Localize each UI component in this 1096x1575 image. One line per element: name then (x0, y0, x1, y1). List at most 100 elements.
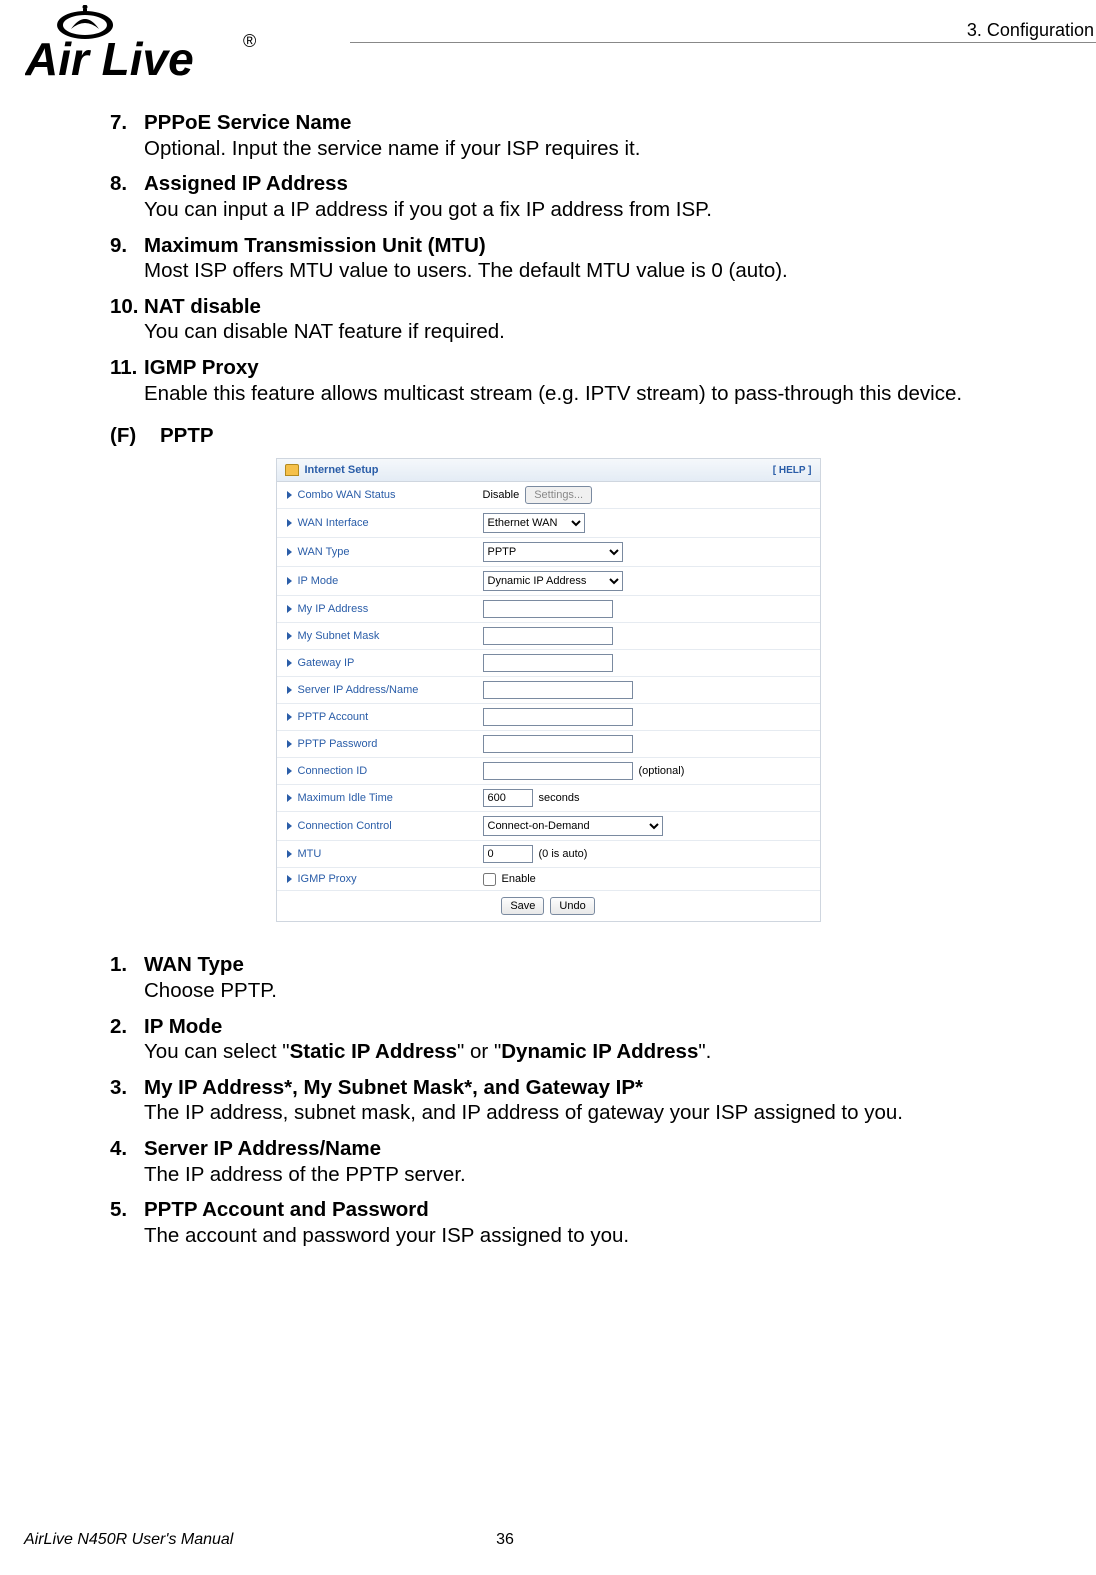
panel-footer: Save Undo (277, 891, 820, 921)
item-title: Assigned IP Address (144, 172, 348, 195)
item-number: 5. (110, 1197, 144, 1223)
chevron-right-icon (287, 740, 292, 748)
internet-setup-panel: Internet Setup [ HELP ] Combo WAN Status… (276, 458, 821, 922)
my-mask-input[interactable] (483, 627, 613, 645)
row-password: PPTP Password (277, 731, 820, 758)
item-body: You can input a IP address if you got a … (110, 197, 986, 223)
item-body: You can disable NAT feature if required. (110, 319, 986, 345)
svg-text:®: ® (243, 31, 256, 51)
list-item: 5.PPTP Account and PasswordThe account a… (110, 1197, 986, 1248)
mtu-input[interactable] (483, 845, 533, 863)
item-title: PPPoE Service Name (144, 111, 351, 134)
item-body: The IP address, subnet mask, and IP addr… (110, 1100, 986, 1126)
chevron-right-icon (287, 577, 292, 585)
row-server: Server IP Address/Name (277, 677, 820, 704)
row-ip-mode: IP Mode Dynamic IP Address (277, 567, 820, 596)
item-title: IP Mode (144, 1015, 222, 1038)
airlive-logo: Air Live ® (25, 5, 335, 93)
item-body: You can select "Static IP Address" or "D… (110, 1039, 986, 1065)
list-item: 1.WAN TypeChoose PPTP. (110, 952, 986, 1003)
wan-interface-select[interactable]: Ethernet WAN (483, 513, 585, 533)
save-button[interactable]: Save (501, 897, 544, 915)
igmp-checkbox[interactable] (483, 873, 496, 886)
item-body: Enable this feature allows multicast str… (110, 381, 986, 407)
list-item: 7.PPPoE Service NameOptional. Input the … (110, 110, 986, 161)
list-item: 4.Server IP Address/NameThe IP address o… (110, 1136, 986, 1187)
item-title: Server IP Address/Name (144, 1137, 381, 1160)
row-connid: Connection ID (optional) (277, 758, 820, 785)
row-connctrl: Connection Control Connect-on-Demand (277, 812, 820, 841)
item-title: NAT disable (144, 295, 261, 318)
ip-mode-select[interactable]: Dynamic IP Address (483, 571, 623, 591)
panel-header: Internet Setup [ HELP ] (277, 459, 820, 482)
row-wan-interface: WAN Interface Ethernet WAN (277, 509, 820, 538)
chevron-right-icon (287, 875, 292, 883)
footer-left: AirLive N450R User's Manual (24, 1531, 233, 1549)
list-item: 2.IP ModeYou can select "Static IP Addre… (110, 1014, 986, 1065)
password-input[interactable] (483, 735, 633, 753)
chevron-right-icon (287, 794, 292, 802)
item-body: The IP address of the PPTP server. (110, 1162, 986, 1188)
item-body: The account and password your ISP assign… (110, 1223, 986, 1249)
chevron-right-icon (287, 822, 292, 830)
item-body: Most ISP offers MTU value to users. The … (110, 258, 986, 284)
figure-wrap: Internet Setup [ HELP ] Combo WAN Status… (110, 458, 986, 922)
connctrl-select[interactable]: Connect-on-Demand (483, 816, 663, 836)
list-item: 11.IGMP ProxyEnable this feature allows … (110, 355, 986, 406)
chevron-right-icon (287, 767, 292, 775)
optional-label: (optional) (639, 765, 685, 777)
panel-title: Internet Setup (305, 464, 379, 476)
row-mtu: MTU (0 is auto) (277, 841, 820, 868)
row-wan-type: WAN Type PPTP (277, 538, 820, 567)
row-account: PPTP Account (277, 704, 820, 731)
item-body: Optional. Input the service name if your… (110, 136, 986, 162)
row-my-ip: My IP Address (277, 596, 820, 623)
svg-text:Air Live: Air Live (25, 33, 194, 85)
folder-icon (285, 464, 299, 476)
chevron-right-icon (287, 686, 292, 694)
item-number: 4. (110, 1136, 144, 1162)
item-number: 3. (110, 1075, 144, 1101)
row-gateway: Gateway IP (277, 650, 820, 677)
item-number: 8. (110, 171, 144, 197)
item-number: 2. (110, 1014, 144, 1040)
combo-wan-status-text: Disable (483, 489, 520, 501)
settings-button[interactable]: Settings... (525, 486, 592, 504)
account-input[interactable] (483, 708, 633, 726)
item-number: 7. (110, 110, 144, 136)
chevron-right-icon (287, 491, 292, 499)
wan-type-select[interactable]: PPTP (483, 542, 623, 562)
item-number: 11. (110, 355, 144, 381)
numbered-list-a: 7.PPPoE Service NameOptional. Input the … (110, 110, 986, 406)
idle-input[interactable] (483, 789, 533, 807)
header-rule (350, 42, 1096, 43)
mtu-hint: (0 is auto) (539, 848, 588, 860)
item-title: WAN Type (144, 953, 244, 976)
chevron-right-icon (287, 519, 292, 527)
undo-button[interactable]: Undo (550, 897, 594, 915)
row-my-mask: My Subnet Mask (277, 623, 820, 650)
numbered-list-b: 1.WAN TypeChoose PPTP. 2.IP ModeYou can s… (110, 952, 986, 1248)
gateway-input[interactable] (483, 654, 613, 672)
chevron-right-icon (287, 659, 292, 667)
chevron-right-icon (287, 632, 292, 640)
item-title: My IP Address*, My Subnet Mask*, and Gat… (144, 1076, 643, 1099)
chevron-right-icon (287, 850, 292, 858)
section-f-heading: (F)PPTP (110, 424, 986, 448)
list-item: 8.Assigned IP AddressYou can input a IP … (110, 171, 986, 222)
my-ip-input[interactable] (483, 600, 613, 618)
item-number: 1. (110, 952, 144, 978)
list-item: 9.Maximum Transmission Unit (MTU)Most IS… (110, 233, 986, 284)
seconds-label: seconds (539, 792, 580, 804)
item-title: PPTP Account and Password (144, 1198, 429, 1221)
item-number: 9. (110, 233, 144, 259)
server-input[interactable] (483, 681, 633, 699)
item-title: Maximum Transmission Unit (MTU) (144, 234, 486, 257)
chevron-right-icon (287, 548, 292, 556)
connid-input[interactable] (483, 762, 633, 780)
help-link[interactable]: [ HELP ] (773, 465, 812, 476)
item-title: IGMP Proxy (144, 356, 259, 379)
list-item: 10.NAT disableYou can disable NAT featur… (110, 294, 986, 345)
list-item: 3.My IP Address*, My Subnet Mask*, and G… (110, 1075, 986, 1126)
enable-label: Enable (502, 873, 536, 885)
